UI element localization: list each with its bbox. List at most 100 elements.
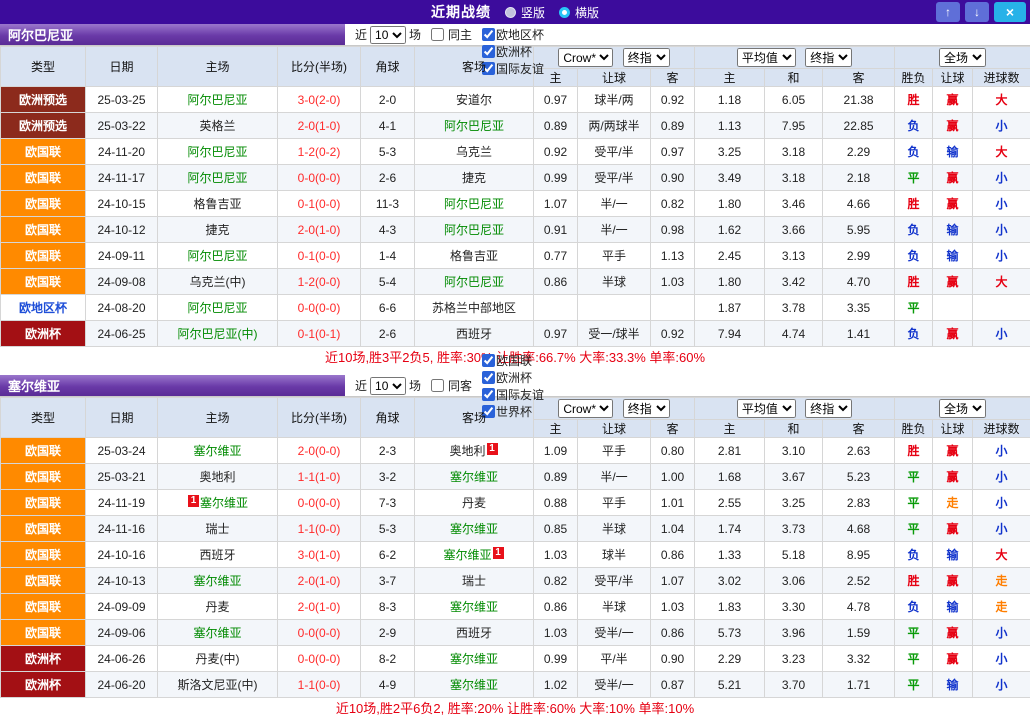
away-team-cell[interactable]: 瑞士 (415, 568, 534, 594)
home-team-cell[interactable]: 阿尔巴尼亚(中) (158, 321, 278, 347)
odds-away-cell: 0.92 (651, 87, 695, 113)
home-team-cell[interactable]: 斯洛文尼亚(中) (158, 672, 278, 698)
result-handicap-cell: 赢 (933, 87, 973, 113)
layout-radio-horizontal[interactable]: 横版 (559, 4, 599, 21)
result-goals-cell: 小 (973, 464, 1030, 490)
away-team-cell[interactable]: 阿尔巴尼亚 (415, 269, 534, 295)
home-team-cell[interactable]: 塞尔维亚 (158, 438, 278, 464)
league-filter[interactable]: 欧国联 (475, 352, 544, 369)
league-filter[interactable]: 欧地区杯 (475, 26, 544, 43)
home-team-cell[interactable]: 乌克兰(中) (158, 269, 278, 295)
away-team-cell[interactable]: 塞尔维亚 (415, 672, 534, 698)
away-team-cell[interactable]: 奥地利1 (415, 438, 534, 464)
home-team-cell[interactable]: 塞尔维亚 (158, 620, 278, 646)
home-team-cell[interactable]: 奥地利 (158, 464, 278, 490)
avg-away-cell: 2.83 (823, 490, 895, 516)
result-wdl-cell: 平 (895, 620, 933, 646)
away-team-cell[interactable]: 塞尔维亚1 (415, 542, 534, 568)
bookmaker-final-select[interactable]: 终指 (623, 399, 670, 418)
col-header-score: 比分(半场) (278, 398, 361, 438)
avg-home-cell: 3.02 (695, 568, 765, 594)
odds-away-cell: 0.98 (651, 217, 695, 243)
average-final-select[interactable]: 终指 (805, 399, 852, 418)
bookmaker-final-select[interactable]: 终指 (623, 48, 670, 67)
home-team-cell[interactable]: 阿尔巴尼亚 (158, 165, 278, 191)
away-team-cell[interactable]: 塞尔维亚 (415, 464, 534, 490)
corner-cell: 8-3 (361, 594, 415, 620)
league-filter[interactable]: 欧洲杯 (475, 369, 544, 386)
average-select[interactable]: 平均值 (737, 399, 796, 418)
match-date-cell: 24-11-19 (86, 490, 158, 516)
same-venue-checkbox[interactable] (431, 28, 444, 41)
match-date-cell: 24-10-15 (86, 191, 158, 217)
score-cell: 2-0(1-0) (278, 594, 361, 620)
away-team-cell[interactable]: 塞尔维亚 (415, 646, 534, 672)
away-team-cell[interactable]: 西班牙 (415, 321, 534, 347)
away-team-cell[interactable]: 乌克兰 (415, 139, 534, 165)
radio-icon[interactable] (559, 7, 570, 18)
home-team-cell[interactable]: 瑞士 (158, 516, 278, 542)
match-count-select[interactable]: 10 (370, 26, 406, 44)
bookmaker-select[interactable]: Crow* (558, 48, 613, 67)
away-team-cell[interactable]: 安道尔 (415, 87, 534, 113)
match-row: 欧国联24-10-13塞尔维亚2-0(1-0)3-7瑞士0.82受平/半1.07… (1, 568, 1030, 594)
home-team-cell[interactable]: 格鲁吉亚 (158, 191, 278, 217)
league-checkbox[interactable] (482, 354, 495, 367)
scope-select[interactable]: 全场 (939, 48, 986, 67)
away-team-cell[interactable]: 塞尔维亚 (415, 594, 534, 620)
bookmaker-select[interactable]: Crow* (558, 399, 613, 418)
match-type-cell: 欧地区杯 (1, 295, 86, 321)
home-team-cell[interactable]: 阿尔巴尼亚 (158, 139, 278, 165)
away-team-cell[interactable]: 西班牙 (415, 620, 534, 646)
radio-icon[interactable] (505, 7, 516, 18)
odds-home-cell: 1.03 (534, 620, 578, 646)
home-team-cell[interactable]: 阿尔巴尼亚 (158, 295, 278, 321)
odds-home-cell: 0.85 (534, 516, 578, 542)
radio-label: 竖版 (521, 4, 545, 21)
corner-cell: 7-3 (361, 490, 415, 516)
scroll-up-button[interactable]: ↑ (936, 2, 960, 22)
league-filter[interactable]: 国际友谊 (475, 386, 544, 403)
away-team-cell[interactable]: 阿尔巴尼亚 (415, 113, 534, 139)
same-venue-checkbox[interactable] (431, 379, 444, 392)
corner-cell: 4-3 (361, 217, 415, 243)
match-count-select[interactable]: 10 (370, 377, 406, 395)
handicap-line-cell: 平手 (578, 243, 651, 269)
layout-radio-vertical[interactable]: 竖版 (505, 4, 545, 21)
home-team-cell[interactable]: 丹麦 (158, 594, 278, 620)
away-team-cell[interactable]: 阿尔巴尼亚 (415, 217, 534, 243)
league-checkbox[interactable] (482, 388, 495, 401)
scope-select[interactable]: 全场 (939, 399, 986, 418)
away-team-cell[interactable]: 丹麦 (415, 490, 534, 516)
away-team-cell[interactable]: 格鲁吉亚 (415, 243, 534, 269)
away-team-cell[interactable]: 捷克 (415, 165, 534, 191)
avg-home-cell: 3.25 (695, 139, 765, 165)
home-team-cell[interactable]: 阿尔巴尼亚 (158, 87, 278, 113)
home-team-cell[interactable]: 1塞尔维亚 (158, 490, 278, 516)
avg-draw-cell: 3.23 (765, 646, 823, 672)
result-goals-cell: 走 (973, 594, 1030, 620)
home-team-cell[interactable]: 捷克 (158, 217, 278, 243)
match-rows: 欧洲预选25-03-25阿尔巴尼亚3-0(2-0)2-0安道尔0.97球半/两0… (1, 87, 1030, 347)
away-team-cell[interactable]: 阿尔巴尼亚 (415, 191, 534, 217)
scroll-down-button[interactable]: ↓ (965, 2, 989, 22)
avg-draw-cell: 3.78 (765, 295, 823, 321)
home-team-cell[interactable]: 丹麦(中) (158, 646, 278, 672)
col-header-avg-away: 客 (823, 420, 895, 438)
close-icon[interactable]: × (994, 2, 1026, 22)
home-team-cell[interactable]: 西班牙 (158, 542, 278, 568)
league-checkbox[interactable] (482, 371, 495, 384)
match-row: 欧国联24-09-09丹麦2-0(1-0)8-3塞尔维亚0.86半球1.031.… (1, 594, 1030, 620)
average-final-select[interactable]: 终指 (805, 48, 852, 67)
home-team-cell[interactable]: 塞尔维亚 (158, 568, 278, 594)
average-select[interactable]: 平均值 (737, 48, 796, 67)
result-handicap-cell: 赢 (933, 191, 973, 217)
home-team-cell[interactable]: 英格兰 (158, 113, 278, 139)
league-checkbox[interactable] (482, 28, 495, 41)
away-team-cell[interactable]: 塞尔维亚 (415, 516, 534, 542)
avg-home-cell: 1.80 (695, 269, 765, 295)
league-checkbox[interactable] (482, 45, 495, 58)
away-team-cell[interactable]: 苏格兰中部地区 (415, 295, 534, 321)
odds-home-cell: 0.77 (534, 243, 578, 269)
home-team-cell[interactable]: 阿尔巴尼亚 (158, 243, 278, 269)
